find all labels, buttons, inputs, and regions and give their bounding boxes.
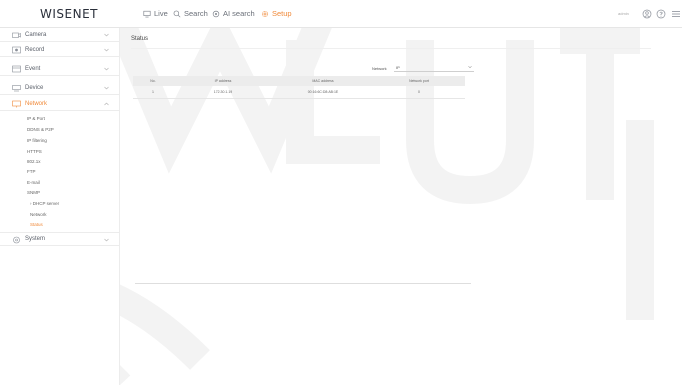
col-mac-address: MAC address [273,76,373,86]
chevron-down-icon [468,65,472,69]
submenu-ip-filtering[interactable]: IP filtering [27,138,47,143]
nav-setup-label: Setup [272,9,292,18]
nav-live-label: Live [154,9,168,18]
system-icon [13,236,20,244]
sidebar-item-label: Network [25,100,48,107]
cell-mac-address: 00:16:6C:D8:AB:1E [273,86,373,99]
chevron-up-icon [104,102,109,106]
top-bar: WISENET Live Search AI search Setup admi… [0,0,682,28]
monitor-icon [143,10,151,17]
submenu-ddns-p2p[interactable]: DDNS & P2P [27,127,54,132]
submenu-ftp[interactable]: FTP [27,169,36,174]
col-ip-address: IP address [173,76,273,86]
nav-search-label: Search [184,9,208,18]
gear-icon [261,10,269,17]
ai-search-icon [212,10,220,17]
sidebar-item-label: Event [25,65,41,72]
brand-logo: WISENET [40,7,98,21]
sidebar-item-record[interactable]: Record [0,43,120,57]
submenu-dhcp-label: DHCP server [32,201,60,206]
event-icon [12,65,21,73]
title-divider [131,48,651,49]
network-select[interactable]: IP [394,63,474,72]
nav-setup[interactable]: Setup [261,9,292,18]
nav-ai-search[interactable]: AI search [212,9,255,18]
col-network-port: Network port [373,76,465,86]
nav-search[interactable]: Search [173,9,208,18]
sidebar-item-network[interactable]: Network [0,97,120,111]
submenu-dhcp-server[interactable]: › DHCP server [30,201,59,206]
submenu-https[interactable]: HTTPS [27,149,42,154]
page-title: Status [131,36,149,42]
col-no: No. [133,76,173,86]
nav-live[interactable]: Live [143,9,168,18]
status-table: No. IP address MAC address Network port … [133,76,465,99]
user-icon[interactable] [642,9,652,19]
cell-no: 1 [133,86,173,99]
sidebar-item-camera[interactable]: Camera [0,28,120,42]
user-name: admin [618,11,629,16]
cell-network-port: 0 [373,86,465,99]
footer-divider [135,283,471,284]
sidebar-item-system[interactable]: System [0,232,120,246]
search-icon [173,10,181,17]
network-icon [12,100,21,108]
menu-icon[interactable] [671,9,681,19]
sidebar-item-event[interactable]: Event [0,62,120,76]
camera-icon [12,32,21,38]
record-icon [12,46,21,54]
help-icon[interactable] [656,9,666,19]
network-select-value: IP [396,65,400,70]
sidebar-item-label: Device [25,84,44,91]
sidebar-item-device[interactable]: Device [0,81,120,95]
sidebar-item-label: Camera [25,31,47,38]
sidebar-item-label: System [25,236,46,242]
submenu-network[interactable]: Network [30,212,47,217]
submenu-ip-port[interactable]: IP & Port [27,116,45,121]
sidebar: Camera Record Event Device Network IP & … [0,28,120,385]
network-label: Network [372,66,387,71]
chevron-down-icon [104,67,109,71]
chevron-down-icon [104,86,109,90]
chevron-down-icon [104,33,109,37]
submenu-email[interactable]: E-mail [27,180,40,185]
table-header-row: No. IP address MAC address Network port [133,76,465,86]
main-content: Status Network IP No. IP address MAC add… [121,28,682,385]
submenu-status[interactable]: Status [30,222,43,227]
device-icon [12,85,21,92]
chevron-down-icon [104,48,109,52]
cell-ip-address: 172.30.1.19 [173,86,273,99]
table-row: 1 172.30.1.19 00:16:6C:D8:AB:1E 0 [133,86,465,99]
sidebar-item-label: Record [25,46,45,53]
submenu-8021x[interactable]: 802.1x [27,159,41,164]
nav-ai-search-label: AI search [223,9,255,18]
submenu-snmp[interactable]: SNMP [27,190,40,195]
chevron-down-icon [104,238,109,242]
